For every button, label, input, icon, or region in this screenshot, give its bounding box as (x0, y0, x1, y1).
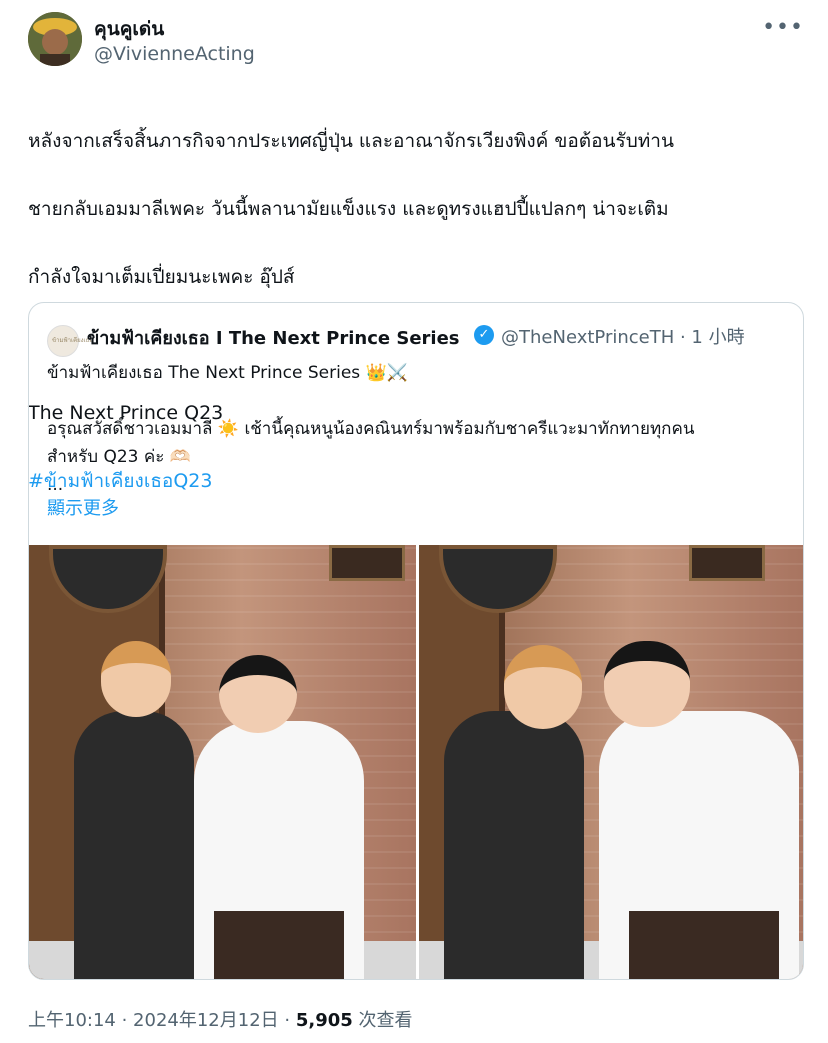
quote-text: ข้ามฟ้าเคียงเธอ The Next Prince Series 👑… (47, 359, 787, 499)
views-count: 5,905 (295, 1010, 353, 1031)
author-name[interactable]: คุนคูเด่น (94, 14, 164, 44)
timestamp[interactable]: 上午10:14 · 2024年12月12日 · (28, 1010, 296, 1031)
quote-author-name[interactable]: ข้ามฟ้าเคียงเธอ I The Next Prince Series (87, 323, 460, 352)
author-avatar[interactable] (28, 12, 82, 66)
photo-grid (29, 545, 803, 979)
author-handle[interactable]: @VivienneActing (94, 43, 255, 65)
verified-icon: ✓ (474, 325, 494, 345)
quoted-tweet[interactable]: ข้ามฟ้าเคียงเธอ ข้ามฟ้าเคียงเธอ I The Ne… (28, 302, 804, 980)
quote-line: สำหรับ Q23 ค่ะ 🫶🏻 (47, 447, 191, 467)
quote-line: ข้ามฟ้าเคียงเธอ The Next Prince Series 👑… (47, 363, 408, 383)
tweet-line: กำลังใจมาเต็มเปี่ยมนะเพคะ อุ๊ปส์ (28, 266, 295, 288)
tweet-line: หลังจากเสร็จสิ้นภารกิจจากประเทศญี่ปุ่น แ… (28, 130, 674, 152)
photo-2[interactable] (418, 545, 803, 979)
more-icon[interactable]: ••• (762, 15, 804, 40)
quote-handle-time[interactable]: @TheNextPrinceTH · 1 小時 (501, 323, 745, 349)
photo-1[interactable] (29, 545, 416, 979)
show-more-link[interactable]: 顯示更多 (47, 494, 119, 520)
tweet-line: ชายกลับเอมมาลีเพคะ วันนี้พลานามัยแข็งแรง… (28, 198, 669, 220)
views-label: 次查看 (352, 1010, 413, 1031)
quote-line-blank (47, 387, 787, 415)
quote-line: อรุณสวัสดิ์ชาวเอมมาลี ☀️ เช้านี้คุณหนูน้… (47, 419, 695, 439)
tweet-meta: 上午10:14 · 2024年12月12日 · 5,905 次查看 (28, 1006, 413, 1032)
quote-avatar[interactable]: ข้ามฟ้าเคียงเธอ (47, 325, 93, 357)
quote-line: ... (47, 475, 64, 495)
